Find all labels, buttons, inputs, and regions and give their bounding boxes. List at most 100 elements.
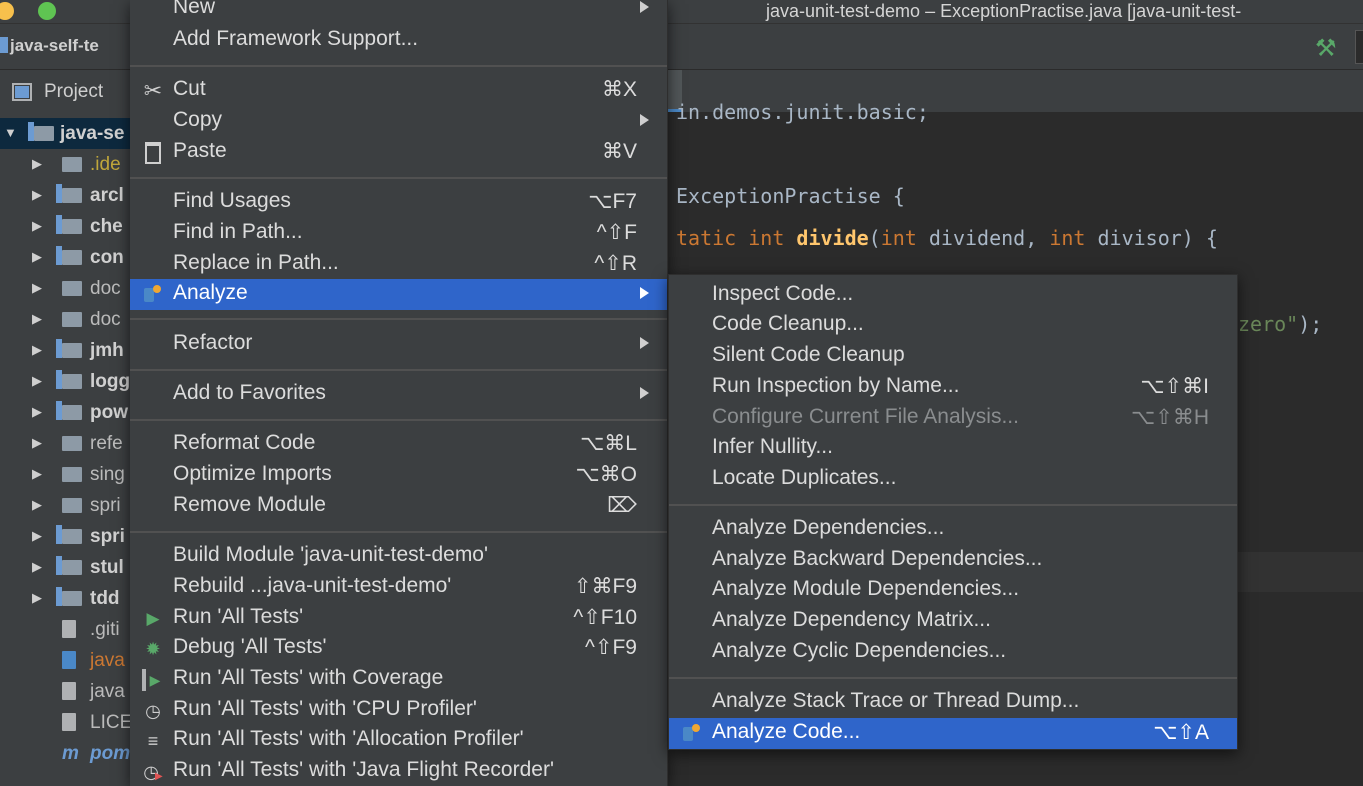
tree-item-stul[interactable]: ▶ stul — [0, 552, 132, 583]
menu-item-label: Analyze Dependencies... — [712, 516, 945, 539]
menu-item-reformat-code[interactable]: Reformat Code ⌥⌘L — [130, 429, 667, 460]
tree-item-pow[interactable]: ▶ pow — [0, 397, 132, 428]
menu-item-build-module-java-unit-test-demo[interactable]: Build Module 'java-unit-test-demo' — [130, 541, 667, 572]
menu-item-infer-nullity[interactable]: Infer Nullity... — [669, 433, 1237, 464]
tree-item-spri[interactable]: ▶ spri — [0, 490, 132, 521]
menu-separator — [669, 504, 1237, 506]
tree-item-sing[interactable]: ▶ sing — [0, 459, 132, 490]
tree-item-arcl[interactable]: ▶ arcl — [0, 180, 132, 211]
menu-item-label: Rebuild ...java-unit-test-demo' — [173, 574, 452, 597]
menu-item-analyze[interactable]: Analyze — [130, 279, 667, 310]
menu-item-analyze-module-dependencies[interactable]: Analyze Module Dependencies... — [669, 575, 1237, 606]
menu-item-refactor[interactable]: Refactor — [130, 329, 667, 360]
menu-item-run-all-tests[interactable]: Run 'All Tests' ^⇧F10 — [130, 603, 667, 634]
expand-arrow-icon[interactable]: ▶ — [32, 466, 42, 482]
expand-arrow-icon[interactable]: ▶ — [32, 156, 42, 172]
tree-item-java[interactable]: java — [0, 645, 132, 676]
menu-separator — [130, 419, 667, 421]
expand-arrow-icon[interactable]: ▶ — [32, 280, 42, 296]
menu-item-find-usages[interactable]: Find Usages ⌥F7 — [130, 187, 667, 218]
menu-item-add-to-favorites[interactable]: Add to Favorites — [130, 379, 667, 410]
menu-item-run-all-tests-with-allocation-profiler[interactable]: Run 'All Tests' with 'Allocation Profile… — [130, 725, 667, 756]
tree-item-che[interactable]: ▶ che — [0, 211, 132, 242]
run-config-selector[interactable] — [1355, 30, 1363, 64]
tree-item-ide[interactable]: ▶ .ide — [0, 149, 132, 180]
menu-item-silent-code-cleanup[interactable]: Silent Code Cleanup — [669, 341, 1237, 372]
breadcrumb[interactable]: java-self-te — [0, 36, 99, 56]
tree-item-lice[interactable]: LICE — [0, 707, 132, 738]
menu-item-paste[interactable]: Paste ⌘V — [130, 137, 667, 168]
collapse-arrow-icon[interactable]: ▼ — [4, 125, 17, 140]
menu-item-analyze-stack-trace-or-thread-dump[interactable]: Analyze Stack Trace or Thread Dump... — [669, 687, 1237, 718]
expand-arrow-icon[interactable]: ▶ — [32, 218, 42, 234]
tree-item-pom[interactable]: pom m — [0, 738, 132, 769]
zoom-window-button[interactable] — [38, 2, 56, 20]
current-line-highlight — [1238, 552, 1363, 592]
tree-item-doc[interactable]: ▶ doc — [0, 273, 132, 304]
menu-item-run-all-tests-with-cpu-profiler[interactable]: Run 'All Tests' with 'CPU Profiler' — [130, 695, 667, 726]
menu-item-run-all-tests-with-java-flight-recorder[interactable]: Run 'All Tests' with 'Java Flight Record… — [130, 756, 667, 786]
tree-item-con[interactable]: ▶ con — [0, 242, 132, 273]
tree-item-label: .giti — [90, 619, 120, 640]
menu-item-remove-module[interactable]: Remove Module ⌦ — [130, 491, 667, 522]
tree-item-refe[interactable]: ▶ refe — [0, 428, 132, 459]
tree-item-tdd[interactable]: ▶ tdd — [0, 583, 132, 614]
tree-item-label: tdd — [90, 588, 120, 609]
menu-item-analyze-cyclic-dependencies[interactable]: Analyze Cyclic Dependencies... — [669, 637, 1237, 668]
expand-arrow-icon[interactable]: ▶ — [32, 342, 42, 358]
code-line-string: zero"); — [1238, 312, 1323, 336]
menu-item-locate-duplicates[interactable]: Locate Duplicates... — [669, 464, 1237, 495]
expand-arrow-icon[interactable]: ▶ — [32, 435, 42, 451]
menu-item-label: Find Usages — [173, 189, 291, 212]
tree-item-jmh[interactable]: ▶ jmh — [0, 335, 132, 366]
submenu-arrow-icon — [640, 337, 649, 349]
tree-item-java-se[interactable]: ▼ java-se — [0, 118, 132, 149]
menu-item-rebuild-java-unit-test-demo[interactable]: Rebuild ...java-unit-test-demo' ⇧⌘F9 — [130, 572, 667, 603]
menu-item-copy[interactable]: Copy — [130, 106, 667, 137]
menu-item-label: Debug 'All Tests' — [173, 635, 327, 658]
expand-arrow-icon[interactable]: ▶ — [32, 249, 42, 265]
minimize-window-button[interactable] — [0, 2, 14, 20]
menu-item-label: Analyze Dependency Matrix... — [712, 608, 991, 631]
menu-item-new[interactable]: New — [130, 0, 667, 24]
menu-item-find-in-path[interactable]: Find in Path... ^⇧F — [130, 218, 667, 249]
menu-item-cut[interactable]: Cut ⌘X — [130, 75, 667, 106]
menu-item-label: Code Cleanup... — [712, 312, 864, 335]
tree-item-doc[interactable]: ▶ doc — [0, 304, 132, 335]
tree-item-label: .ide — [90, 154, 121, 175]
expand-arrow-icon[interactable]: ▶ — [32, 187, 42, 203]
tree-item-java[interactable]: java — [0, 676, 132, 707]
menu-item-label: Run 'All Tests' with 'Allocation Profile… — [173, 727, 524, 750]
expand-arrow-icon[interactable]: ▶ — [32, 373, 42, 389]
expand-arrow-icon[interactable]: ▶ — [32, 311, 42, 327]
expand-arrow-icon[interactable]: ▶ — [32, 404, 42, 420]
menu-separator — [130, 177, 667, 179]
build-hammer-icon[interactable]: ⚒ — [1315, 34, 1343, 62]
menu-item-shortcut: ^⇧R — [594, 252, 637, 275]
expand-arrow-icon[interactable]: ▶ — [32, 559, 42, 575]
folder-icon — [62, 281, 82, 296]
analyze-icon — [681, 723, 703, 745]
menu-item-inspect-code[interactable]: Inspect Code... — [669, 280, 1237, 311]
tree-item-logg[interactable]: ▶ logg — [0, 366, 132, 397]
expand-arrow-icon[interactable]: ▶ — [32, 528, 42, 544]
menu-item-analyze-dependency-matrix[interactable]: Analyze Dependency Matrix... — [669, 606, 1237, 637]
menu-item-analyze-dependencies[interactable]: Analyze Dependencies... — [669, 514, 1237, 545]
menu-item-run-inspection-by-name[interactable]: Run Inspection by Name... ⌥⇧⌘I — [669, 372, 1237, 403]
menu-item-add-framework-support[interactable]: Add Framework Support... — [130, 25, 667, 56]
menu-item-replace-in-path[interactable]: Replace in Path... ^⇧R — [130, 249, 667, 280]
scissors-icon — [142, 80, 164, 102]
menu-item-run-all-tests-with-coverage[interactable]: Run 'All Tests' with Coverage — [130, 664, 667, 695]
menu-item-debug-all-tests[interactable]: Debug 'All Tests' ^⇧F9 — [130, 633, 667, 664]
project-tree: ▼ java-se ▶ .ide ▶ arcl ▶ che ▶ con ▶ doc ▶ doc ▶ jmh ▶ l… — [0, 118, 132, 769]
menu-item-analyze-code[interactable]: Analyze Code... ⌥⇧A — [669, 718, 1237, 749]
menu-item-optimize-imports[interactable]: Optimize Imports ⌥⌘O — [130, 460, 667, 491]
project-panel-header[interactable]: Project — [0, 70, 132, 116]
tree-item-spri[interactable]: ▶ spri — [0, 521, 132, 552]
expand-arrow-icon[interactable]: ▶ — [32, 497, 42, 513]
tree-item-giti[interactable]: .giti — [0, 614, 132, 645]
menu-item-analyze-backward-dependencies[interactable]: Analyze Backward Dependencies... — [669, 545, 1237, 576]
expand-arrow-icon[interactable]: ▶ — [32, 590, 42, 606]
menu-item-code-cleanup[interactable]: Code Cleanup... — [669, 310, 1237, 341]
module-folder-icon — [56, 370, 82, 389]
